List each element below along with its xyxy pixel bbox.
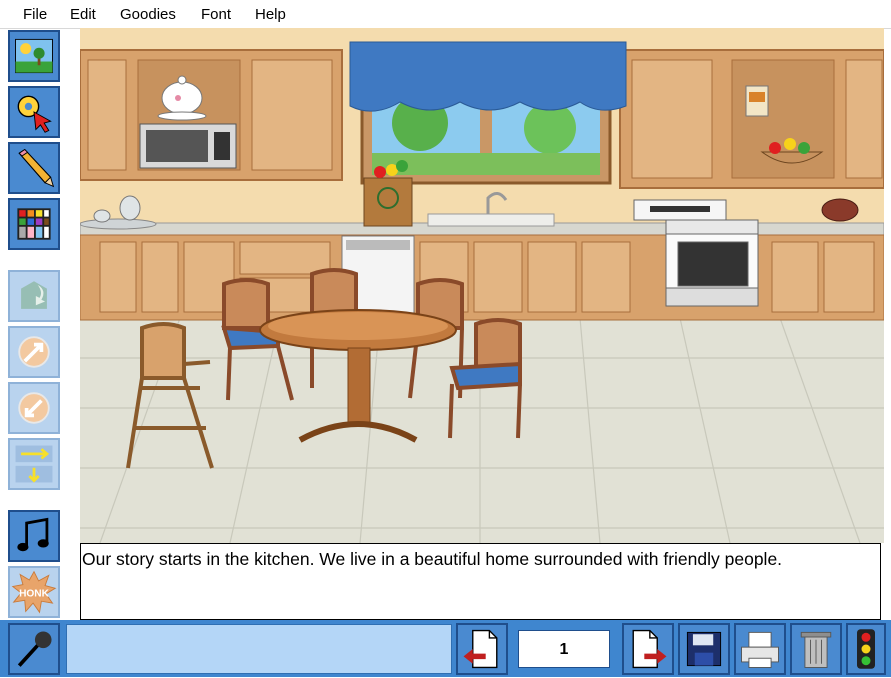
menu-font[interactable]: Font <box>201 6 231 23</box>
draw-tool-button[interactable] <box>8 142 60 194</box>
story-text-box[interactable]: Our story starts in the kitchen. We live… <box>80 543 881 620</box>
record-button[interactable] <box>8 623 60 675</box>
menu-file[interactable]: File <box>23 6 47 23</box>
music-note-icon <box>17 517 49 552</box>
menu-help[interactable]: Help <box>255 6 286 23</box>
upper-cabinets-right <box>619 49 884 189</box>
recording-field[interactable] <box>66 624 452 674</box>
grow-icon <box>18 336 50 368</box>
save-button[interactable] <box>678 623 730 675</box>
microphone-icon <box>17 631 52 667</box>
enlarge-tool-button[interactable] <box>8 326 60 378</box>
story-scene[interactable] <box>80 28 884 543</box>
move-layer-tool-button[interactable] <box>8 438 60 490</box>
pencil-icon <box>18 148 55 188</box>
traffic-light-icon <box>857 629 875 669</box>
page-back-icon <box>463 629 498 669</box>
flip-tool-button[interactable] <box>8 270 60 322</box>
honk-label: HONK <box>19 589 50 600</box>
sticker-picker-button[interactable] <box>8 86 60 138</box>
background-picker-button[interactable] <box>8 30 60 82</box>
trash-button[interactable] <box>790 623 842 675</box>
layer-arrows-icon <box>15 445 53 483</box>
pointer-icon <box>17 95 52 133</box>
curtain <box>349 41 627 112</box>
printer-icon <box>741 631 779 668</box>
menu-goodies[interactable]: Goodies <box>120 6 176 23</box>
print-button[interactable] <box>734 623 786 675</box>
next-page-button[interactable] <box>622 623 674 675</box>
honk-icon: HONK <box>11 570 57 614</box>
music-tool-button[interactable] <box>8 510 60 562</box>
sound-effect-tool-button[interactable]: HONK <box>8 566 60 618</box>
bread-loaf[interactable] <box>821 198 859 222</box>
palette-icon <box>17 208 51 240</box>
page-number: 1 <box>559 641 569 658</box>
trash-can-icon <box>800 631 832 668</box>
cereal-box[interactable] <box>745 85 769 117</box>
story-text[interactable]: Our story starts in the kitchen. We live… <box>82 549 782 570</box>
lower-cabinets <box>80 234 884 321</box>
color-palette-button[interactable] <box>8 198 60 250</box>
menu-bar: File Edit Goodies Font Help <box>0 0 891 29</box>
flip-icon <box>21 281 47 309</box>
shrink-tool-button[interactable] <box>8 382 60 434</box>
page-number-box[interactable]: 1 <box>518 630 610 668</box>
floppy-disk-icon <box>686 631 722 667</box>
landscape-icon <box>15 38 53 74</box>
microwave[interactable] <box>139 123 237 169</box>
shrink-icon <box>18 392 50 424</box>
previous-page-button[interactable] <box>456 623 508 675</box>
page-forward-icon <box>632 629 667 669</box>
traffic-light-button[interactable] <box>846 623 886 675</box>
menu-edit[interactable]: Edit <box>70 6 96 23</box>
